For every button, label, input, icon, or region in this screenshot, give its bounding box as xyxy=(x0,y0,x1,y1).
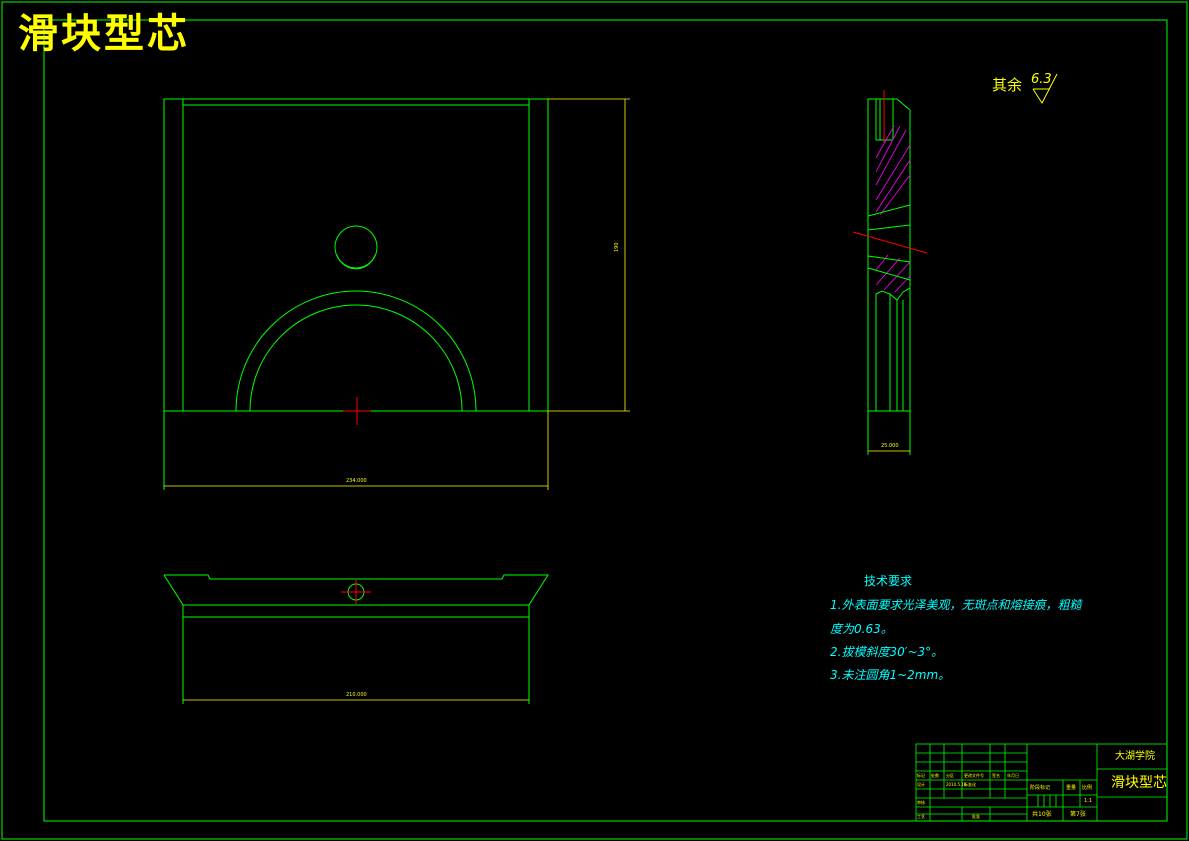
front-hole-chamfer xyxy=(336,254,376,270)
front-view xyxy=(163,98,549,490)
dim-front-height: 190 xyxy=(614,242,620,252)
dim-bottom-width: 210.000 xyxy=(346,692,367,698)
tb-scale: 比例 xyxy=(1082,785,1093,791)
tb-weight: 重量 xyxy=(1066,785,1077,791)
tech-line-2: 度为0.63。 xyxy=(830,622,893,636)
roughness-value: 6.3 xyxy=(1031,72,1052,87)
tb-change-doc: 更改文件号 xyxy=(964,773,984,778)
tech-heading: 技术要求 xyxy=(864,574,913,588)
tech-line-4: 3.未注圆角1~2mm。 xyxy=(830,668,951,682)
tb-date: 年月日 xyxy=(1007,773,1019,778)
tb-count: 处数 xyxy=(931,773,939,778)
tech-line-3: 2.拔模斜度30′~3°。 xyxy=(830,645,944,659)
cad-drawing-canvas xyxy=(1,1,1188,840)
outer-border xyxy=(1,1,1188,840)
tb-stage-mark: 阶段标记 xyxy=(1030,785,1051,791)
side-view xyxy=(867,98,911,455)
tb-designer: 设计 xyxy=(917,782,925,787)
front-arc-outer xyxy=(235,290,477,412)
tb-scale-value: 1:1 xyxy=(1084,798,1093,804)
tech-line-1: 1.外表面要求光泽美观，无斑点和熔接痕，粗糙 xyxy=(830,598,1082,612)
tb-sheets-total: 共10张 xyxy=(1032,811,1052,818)
drawing-title: 滑块型芯 xyxy=(18,10,190,57)
front-outline xyxy=(163,98,549,412)
tb-zone: 分区 xyxy=(946,773,954,778)
roughness-label: 其余 xyxy=(992,76,1023,94)
tb-review: 审核 xyxy=(917,800,925,805)
dim-side-thickness: 25.000 xyxy=(881,443,899,449)
dim-front-width: 234.000 xyxy=(346,478,367,484)
tb-process: 工艺 xyxy=(917,814,925,819)
tb-sheet-no: 第7张 xyxy=(1070,811,1086,818)
tb-standardize: 标准化 xyxy=(964,782,976,787)
side-center-lines xyxy=(852,90,928,254)
front-dimensions xyxy=(164,98,630,490)
tb-signature: 签名 xyxy=(992,773,1000,778)
tb-school: 大湖学院 xyxy=(1115,751,1155,762)
tb-approve: 批准 xyxy=(972,814,980,819)
inner-border xyxy=(43,19,1168,822)
tb-marker: 标记 xyxy=(917,773,925,778)
front-arc-inner xyxy=(249,304,463,412)
tb-part-name: 滑块型芯 xyxy=(1111,775,1167,791)
front-center-mark xyxy=(343,397,371,425)
bottom-center-mark xyxy=(341,580,371,604)
